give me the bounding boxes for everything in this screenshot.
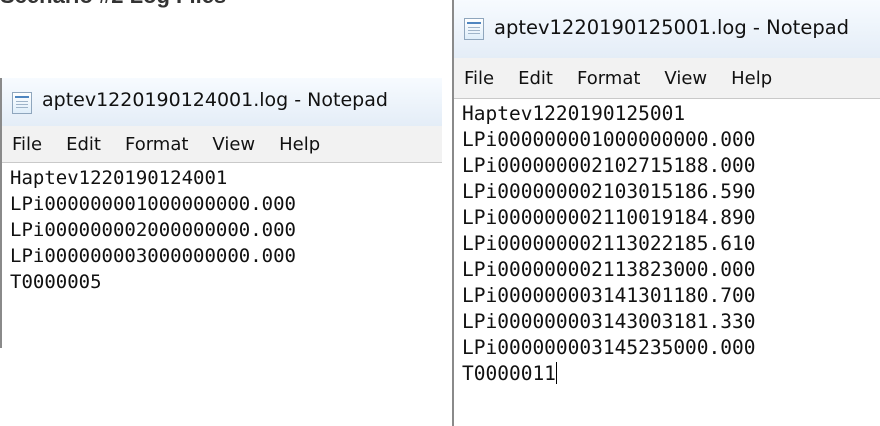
- text-line: LPi000000002000000000.000: [10, 219, 296, 241]
- notepad-file-icon: [464, 18, 484, 40]
- menu-edit[interactable]: Edit: [54, 134, 113, 155]
- title-bar[interactable]: aptev1220190125001.log - Notepad: [454, 0, 880, 58]
- text-line: LPi000000002110019184.890: [462, 206, 756, 229]
- text-line: LPi000000002113823000.000: [462, 258, 756, 281]
- menu-edit[interactable]: Edit: [506, 68, 565, 89]
- text-line: T0000005: [10, 271, 102, 293]
- text-line: LPi000000002103015186.590: [462, 180, 756, 203]
- text-line: LPi000000003145235000.000: [462, 336, 756, 359]
- menu-help[interactable]: Help: [267, 134, 332, 155]
- text-caret: [555, 362, 557, 384]
- text-line: Haptev1220190125001: [462, 102, 686, 125]
- notepad-window-left[interactable]: aptev1220190124001.log - Notepad File Ed…: [0, 78, 442, 348]
- text-editor-area[interactable]: Haptev1220190125001 LPi000000001000000000…: [454, 99, 880, 387]
- menu-bar: File Edit Format View Help: [454, 58, 880, 99]
- text-line: LPi000000002113022185.610: [462, 232, 756, 255]
- text-editor-area[interactable]: Haptev1220190124001 LPi000000001000000000…: [2, 163, 442, 295]
- text-line: LPi000000001000000000.000: [462, 128, 756, 151]
- window-title: aptev1220190125001.log - Notepad: [494, 16, 850, 39]
- text-line: LPi000000003143003181.330: [462, 310, 756, 333]
- title-bar[interactable]: aptev1220190124001.log - Notepad: [2, 78, 442, 126]
- menu-format[interactable]: Format: [113, 134, 200, 155]
- page-heading: Scenario #2 Log Files: [0, 0, 226, 9]
- text-line: LPi000000003000000000.000: [10, 245, 296, 267]
- menu-file[interactable]: File: [2, 134, 54, 155]
- menu-view[interactable]: View: [200, 134, 267, 155]
- menu-format[interactable]: Format: [565, 68, 652, 89]
- menu-bar: File Edit Format View Help: [2, 126, 442, 163]
- text-line: Haptev1220190124001: [10, 167, 228, 189]
- text-line: LPi000000002102715188.000: [462, 154, 756, 177]
- menu-view[interactable]: View: [652, 68, 719, 89]
- text-line-content: T0000011: [462, 362, 556, 385]
- window-title: aptev1220190124001.log - Notepad: [42, 89, 388, 111]
- menu-help[interactable]: Help: [719, 68, 784, 89]
- text-line: T0000011: [462, 361, 880, 387]
- menu-file[interactable]: File: [454, 68, 506, 89]
- text-line: LPi000000003141301180.700: [462, 284, 756, 307]
- notepad-window-right[interactable]: aptev1220190125001.log - Notepad File Ed…: [452, 0, 880, 426]
- notepad-file-icon: [12, 92, 32, 114]
- text-line: LPi000000001000000000.000: [10, 193, 296, 215]
